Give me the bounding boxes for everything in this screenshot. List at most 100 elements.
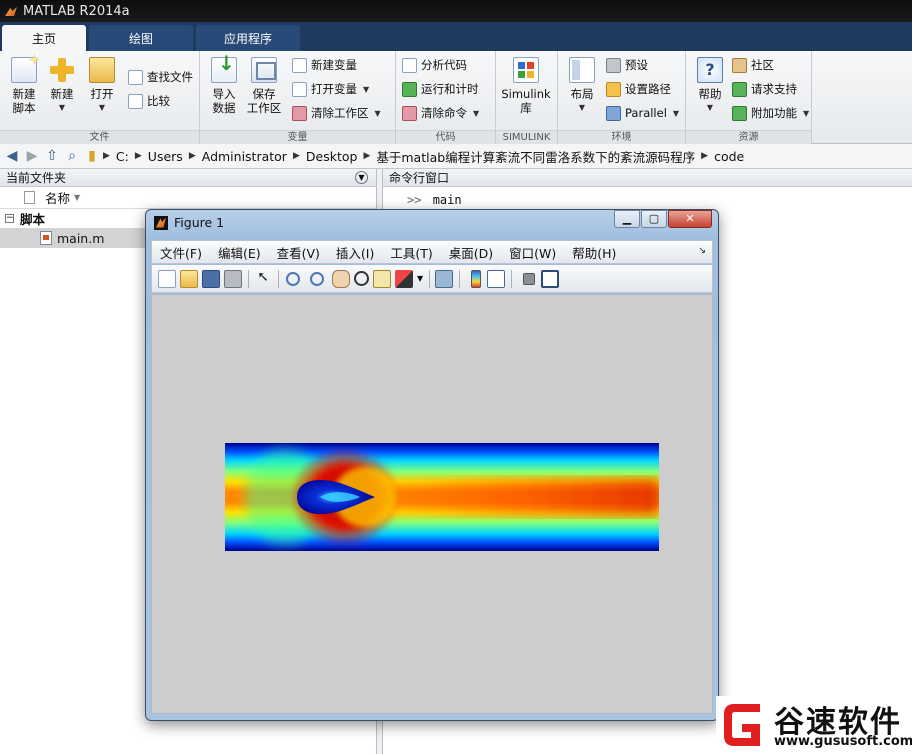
- panel-actions-icon[interactable]: ▼: [355, 171, 368, 184]
- new-figure-icon[interactable]: [158, 269, 176, 288]
- maximize-button[interactable]: ▢: [641, 210, 667, 228]
- command-line[interactable]: >> main: [383, 187, 912, 207]
- tab-plots[interactable]: 绘图: [89, 25, 193, 51]
- folder-icon: [89, 57, 115, 83]
- import-icon: [211, 56, 237, 83]
- rotate-3d-icon[interactable]: [354, 271, 369, 286]
- dropdown-arrow-icon: ▼: [578, 103, 586, 112]
- browse-folder-icon[interactable]: ⌕: [63, 147, 81, 165]
- analyze-code-button[interactable]: 分析代码: [402, 55, 467, 75]
- folder-icon: ▮: [88, 148, 96, 164]
- clear-workspace-button[interactable]: 清除工作区 ▼: [292, 103, 381, 123]
- group-label-file: 文件: [0, 130, 199, 144]
- data-cursor-icon[interactable]: [373, 269, 391, 288]
- figure-menu-bar: 文件(F) 编辑(E) 查看(V) 插入(I) 工具(T) 桌面(D) 窗口(W…: [151, 240, 713, 264]
- resources-group: ? 帮助 ▼ 社区 请求支持 附加功能 ▼ 资源: [686, 51, 812, 144]
- zoom-out-icon[interactable]: [310, 271, 324, 286]
- hide-plot-tools-icon[interactable]: [523, 272, 536, 285]
- preferences-button[interactable]: 预设: [606, 55, 648, 75]
- layout-button[interactable]: 布局 ▼: [562, 57, 602, 115]
- breadcrumb-code[interactable]: code: [714, 149, 744, 164]
- minimize-button[interactable]: ▁: [614, 210, 640, 228]
- group-label-resources: 资源: [686, 130, 811, 144]
- tab-apps[interactable]: 应用程序: [196, 25, 300, 51]
- window-controls: ▁ ▢ ✕: [613, 210, 712, 228]
- menu-insert[interactable]: 插入(I): [336, 243, 374, 262]
- compare-icon: [128, 93, 143, 109]
- parallel-button[interactable]: Parallel ▼: [606, 103, 679, 123]
- open-variable-button[interactable]: 打开变量 ▼: [292, 79, 369, 99]
- command-text: main: [432, 193, 462, 207]
- ribbon-tabs: 主页 绘图 应用程序: [0, 22, 912, 51]
- variable-group: 导入 数据 保存 工作区 新建变量 打开变量 ▼ 清除工作区 ▼ 变量: [200, 51, 396, 144]
- menu-desktop[interactable]: 桌面(D): [449, 243, 493, 262]
- collapse-icon[interactable]: −: [5, 214, 14, 223]
- breadcrumb-users[interactable]: Users: [148, 149, 183, 164]
- figure-title-bar: Figure 1: [154, 215, 224, 230]
- back-arrow-icon[interactable]: ◀: [3, 147, 21, 165]
- up-folder-icon[interactable]: ⇧: [43, 147, 61, 165]
- breadcrumb-drive[interactable]: C:: [116, 149, 129, 164]
- new-variable-button[interactable]: 新建变量: [292, 55, 357, 75]
- matlab-logo-icon: [154, 215, 168, 230]
- figure-canvas[interactable]: [151, 294, 713, 714]
- new-button[interactable]: 新建 ▼: [42, 57, 82, 115]
- run-and-time-button[interactable]: 运行和计时: [402, 79, 479, 99]
- dropdown-arrow-icon[interactable]: ▼: [417, 274, 423, 283]
- pan-hand-icon[interactable]: [332, 269, 350, 288]
- open-variable-icon: [292, 81, 307, 97]
- brush-icon[interactable]: [395, 269, 413, 288]
- breadcrumb-administrator[interactable]: Administrator: [202, 149, 287, 164]
- ribbon: 新建 脚本 新建 ▼ 打开 ▼ 查找文件 比较 文件 导入 数据 保存: [0, 51, 912, 144]
- app-title: MATLAB R2014a: [23, 3, 130, 19]
- save-workspace-button[interactable]: 保存 工作区: [244, 57, 284, 115]
- dropdown-arrow-icon: ▼: [803, 108, 810, 118]
- compare-button[interactable]: 比较: [128, 91, 170, 111]
- zoom-in-icon[interactable]: [286, 271, 300, 286]
- save-figure-icon[interactable]: [202, 269, 220, 288]
- menu-help[interactable]: 帮助(H): [572, 243, 616, 262]
- add-ons-button[interactable]: 附加功能 ▼: [732, 103, 809, 123]
- breadcrumb-desktop[interactable]: Desktop: [306, 149, 358, 164]
- breadcrumb-separator: ▶: [292, 151, 300, 161]
- menu-file[interactable]: 文件(F): [160, 243, 202, 262]
- open-button[interactable]: 打开 ▼: [82, 57, 122, 115]
- command-window-title: 命令行窗口: [389, 171, 450, 185]
- menu-edit[interactable]: 编辑(E): [218, 243, 261, 262]
- close-button[interactable]: ✕: [668, 210, 712, 228]
- add-ons-icon: [732, 105, 747, 121]
- plus-icon: [49, 57, 75, 83]
- link-plot-icon[interactable]: [435, 269, 454, 288]
- set-path-button[interactable]: 设置路径: [606, 79, 671, 99]
- new-variable-icon: [292, 57, 307, 73]
- document-icon: [24, 191, 35, 204]
- simulink-library-button[interactable]: Simulink 库: [500, 57, 552, 115]
- dock-arrow-icon[interactable]: ↘: [698, 246, 706, 256]
- dropdown-arrow-icon: ▼: [473, 108, 480, 118]
- menu-window[interactable]: 窗口(W): [509, 243, 556, 262]
- group-label-variable: 变量: [200, 130, 395, 144]
- colorbar-icon[interactable]: [471, 269, 482, 288]
- tab-home[interactable]: 主页: [2, 25, 86, 51]
- edit-plot-arrow-icon[interactable]: [254, 270, 272, 288]
- app-titlebar: MATLAB R2014a: [0, 0, 912, 22]
- community-button[interactable]: 社区: [732, 55, 774, 75]
- find-files-icon: [128, 69, 143, 85]
- show-plot-tools-icon[interactable]: [541, 269, 560, 288]
- clear-commands-button[interactable]: 清除命令 ▼: [402, 103, 479, 123]
- request-support-button[interactable]: 请求支持: [732, 79, 797, 99]
- figure-toolbar: ▼: [151, 265, 713, 293]
- import-data-button[interactable]: 导入 数据: [204, 56, 244, 115]
- legend-icon[interactable]: [487, 269, 506, 288]
- name-column-header[interactable]: 名称 ▼: [0, 187, 376, 209]
- dropdown-arrow-icon: ▼: [58, 103, 66, 112]
- menu-tools[interactable]: 工具(T): [390, 243, 432, 262]
- breadcrumb-project-folder[interactable]: 基于matlab编程计算紊流不同雷洛系数下的紊流源码程序: [376, 147, 695, 166]
- help-button[interactable]: ? 帮助 ▼: [690, 57, 730, 115]
- open-file-icon[interactable]: [180, 269, 198, 288]
- print-icon[interactable]: [224, 269, 242, 288]
- menu-view[interactable]: 查看(V): [277, 243, 320, 262]
- new-script-button[interactable]: 新建 脚本: [4, 57, 44, 115]
- forward-arrow-icon[interactable]: ▶: [23, 147, 41, 165]
- find-files-button[interactable]: 查找文件: [128, 67, 193, 87]
